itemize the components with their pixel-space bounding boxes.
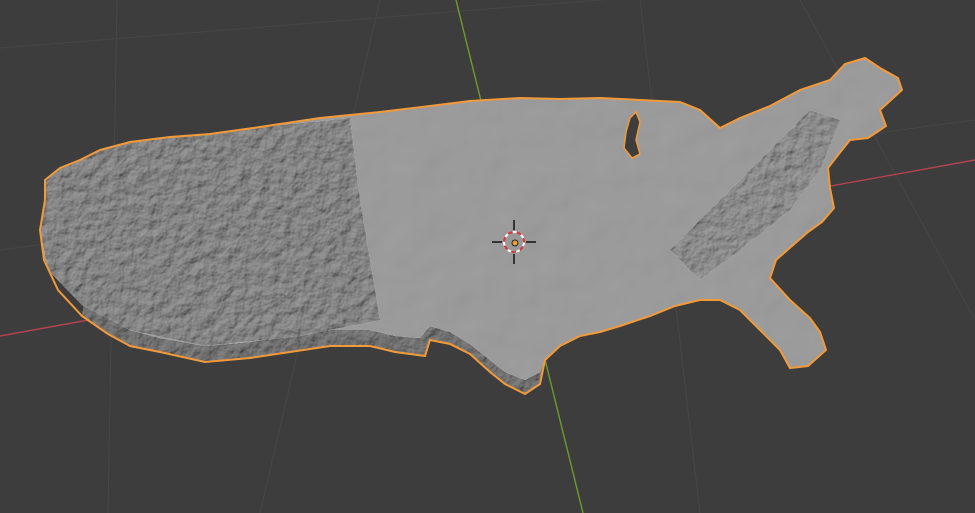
3d-viewport[interactable] <box>0 0 975 513</box>
usa-terrain-mesh[interactable] <box>38 56 904 396</box>
viewport-canvas[interactable] <box>0 0 975 513</box>
object-origin-icon <box>511 239 519 247</box>
